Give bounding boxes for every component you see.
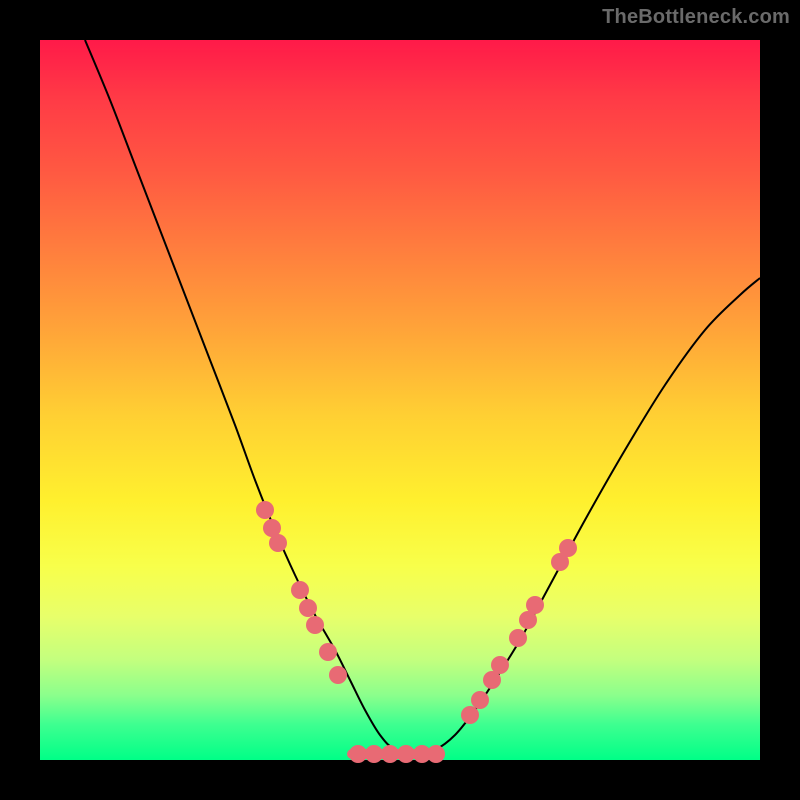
outer-frame: TheBottleneck.com [0, 0, 800, 800]
curve-dot [471, 691, 489, 709]
curve-dot [461, 706, 479, 724]
watermark-label: TheBottleneck.com [602, 6, 790, 29]
curve-dot [256, 501, 274, 519]
curve-dot [291, 581, 309, 599]
curve-dot [329, 666, 347, 684]
curve-dot [559, 539, 577, 557]
curve-dot [427, 745, 445, 763]
bottleneck-curve-svg [40, 40, 760, 760]
curve-dot [269, 534, 287, 552]
curve-dot [526, 596, 544, 614]
plot-area [40, 40, 760, 760]
curve-dot [299, 599, 317, 617]
curve-dot [381, 745, 399, 763]
curve-dot [491, 656, 509, 674]
bottleneck-curve [85, 40, 760, 755]
curve-dot [306, 616, 324, 634]
curve-dot [319, 643, 337, 661]
curve-dot [509, 629, 527, 647]
curve-dot [365, 745, 383, 763]
curve-dots [256, 501, 577, 763]
curve-dot [397, 745, 415, 763]
curve-dot [349, 745, 367, 763]
